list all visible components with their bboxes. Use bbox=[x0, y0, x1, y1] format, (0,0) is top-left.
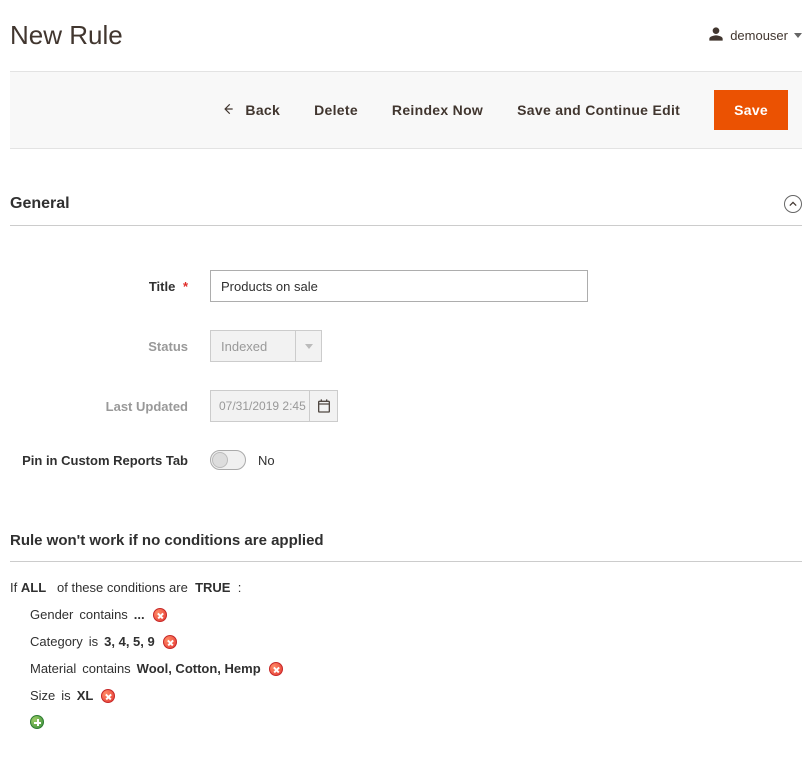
status-value: Indexed bbox=[211, 331, 295, 361]
remove-condition-icon[interactable] bbox=[153, 608, 167, 622]
field-title: Title * bbox=[10, 270, 802, 302]
arrow-left-icon bbox=[221, 102, 235, 119]
pin-toggle[interactable] bbox=[210, 450, 246, 470]
chevron-down-icon bbox=[295, 331, 321, 361]
condition-value[interactable]: 3, 4, 5, 9 bbox=[104, 634, 155, 649]
user-name: demouser bbox=[730, 28, 788, 43]
condition-value[interactable]: ... bbox=[134, 607, 145, 622]
conditions-body: If ALL of these conditions are TRUE : Ge… bbox=[10, 562, 802, 729]
back-button[interactable]: Back bbox=[221, 102, 280, 119]
save-continue-button[interactable]: Save and Continue Edit bbox=[517, 102, 680, 118]
aggregator-link[interactable]: ALL bbox=[21, 580, 46, 595]
condition-operator[interactable]: contains bbox=[82, 661, 130, 676]
condition-root: If ALL of these conditions are TRUE : bbox=[10, 580, 802, 595]
field-status: Status Indexed bbox=[10, 330, 802, 362]
condition-item: Size is XL bbox=[30, 688, 802, 703]
condition-item: Material contains Wool, Cotton, Hemp bbox=[30, 661, 802, 676]
required-asterisk: * bbox=[183, 279, 188, 294]
conditions-title: Rule won't work if no conditions are app… bbox=[10, 532, 324, 549]
condition-operator[interactable]: is bbox=[61, 688, 70, 703]
last-updated-field: 07/31/2019 2:45 bbox=[210, 390, 338, 422]
remove-condition-icon[interactable] bbox=[269, 662, 283, 676]
condition-item: Category is 3, 4, 5, 9 bbox=[30, 634, 802, 649]
remove-condition-icon[interactable] bbox=[101, 689, 115, 703]
add-condition-row bbox=[30, 715, 802, 729]
page-header: New Rule demouser bbox=[10, 0, 802, 71]
title-input[interactable] bbox=[210, 270, 588, 302]
last-updated-value: 07/31/2019 2:45 bbox=[211, 391, 309, 421]
user-menu[interactable]: demouser bbox=[708, 26, 802, 45]
condition-attribute[interactable]: Material bbox=[30, 661, 76, 676]
general-form: Title * Status Indexed Last Updated 07/3… bbox=[10, 226, 802, 470]
delete-button[interactable]: Delete bbox=[314, 102, 358, 118]
condition-attribute[interactable]: Category bbox=[30, 634, 83, 649]
condition-attribute[interactable]: Gender bbox=[30, 607, 73, 622]
condition-item: Gender contains ... bbox=[30, 607, 802, 622]
condition-attribute[interactable]: Size bbox=[30, 688, 55, 703]
chevron-down-icon bbox=[794, 33, 802, 38]
page-title: New Rule bbox=[10, 20, 123, 51]
condition-operator[interactable]: contains bbox=[79, 607, 127, 622]
section-general-header[interactable]: General bbox=[10, 149, 802, 226]
section-conditions-header: Rule won't work if no conditions are app… bbox=[10, 498, 802, 562]
user-icon bbox=[708, 26, 724, 45]
condition-list: Gender contains ... Category is 3, 4, 5, … bbox=[10, 607, 802, 729]
save-button[interactable]: Save bbox=[714, 90, 788, 130]
add-condition-icon[interactable] bbox=[30, 715, 44, 729]
section-title: General bbox=[10, 195, 70, 213]
status-select: Indexed bbox=[210, 330, 322, 362]
calendar-icon bbox=[309, 391, 337, 421]
value-link[interactable]: TRUE bbox=[195, 580, 230, 595]
condition-value[interactable]: Wool, Cotton, Hemp bbox=[137, 661, 261, 676]
reindex-button[interactable]: Reindex Now bbox=[392, 102, 483, 118]
title-label: Title * bbox=[10, 279, 210, 294]
remove-condition-icon[interactable] bbox=[163, 635, 177, 649]
field-pin: Pin in Custom Reports Tab No bbox=[10, 450, 802, 470]
status-label: Status bbox=[10, 339, 210, 354]
pin-label: Pin in Custom Reports Tab bbox=[10, 453, 210, 468]
action-toolbar: Back Delete Reindex Now Save and Continu… bbox=[10, 71, 802, 149]
last-updated-label: Last Updated bbox=[10, 399, 210, 414]
condition-value[interactable]: XL bbox=[77, 688, 94, 703]
field-last-updated: Last Updated 07/31/2019 2:45 bbox=[10, 390, 802, 422]
chevron-up-icon[interactable] bbox=[784, 195, 802, 213]
pin-value: No bbox=[258, 453, 275, 468]
condition-operator[interactable]: is bbox=[89, 634, 98, 649]
